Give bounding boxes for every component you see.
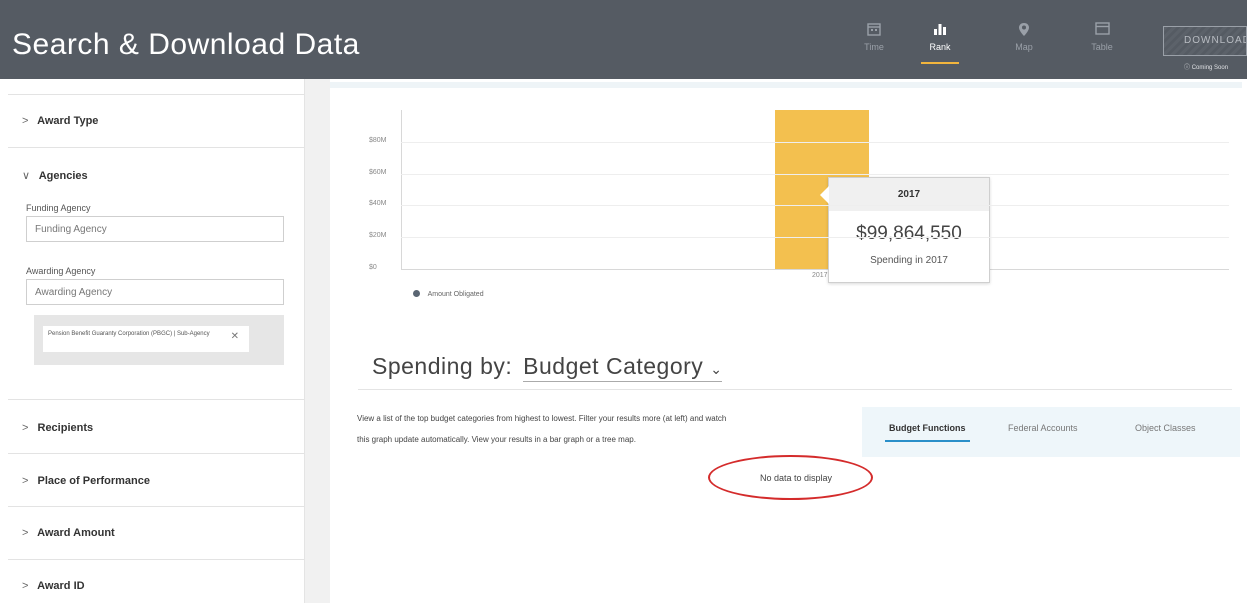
spending-over-time-chart: Amount Obligated 2017 2017 $99,864,550 S… xyxy=(340,90,1240,320)
chevron-right-icon: > xyxy=(22,475,29,487)
tab-budget-functions[interactable]: Budget Functions xyxy=(885,423,970,442)
sidebar-top-divider xyxy=(8,79,304,95)
selected-agencies-box: Pension Benefit Guaranty Corporation (PB… xyxy=(34,315,284,365)
description-line-1: View a list of the top budget categories… xyxy=(357,414,727,423)
map-pin-icon xyxy=(1002,22,1046,42)
chart-tooltip: 2017 $99,864,550 Spending in 2017 xyxy=(820,177,990,283)
filter-award-id[interactable]: > Award ID xyxy=(8,560,304,602)
x-tick-label: 2017 xyxy=(812,272,828,279)
tooltip-value: $99,864,550 xyxy=(856,223,962,244)
filter-award-type-label: Award Type xyxy=(37,115,99,127)
legend-label: Amount Obligated xyxy=(427,291,484,298)
nav-rank[interactable]: Rank xyxy=(918,22,962,64)
spending-by-prefix: Spending by: xyxy=(372,353,513,379)
sidebar-gutter xyxy=(305,79,330,603)
nav-time-label: Time xyxy=(864,42,884,52)
nav-table[interactable]: Table xyxy=(1080,22,1124,52)
x-axis xyxy=(401,269,1229,270)
page-header: Search & Download Data Time Rank Map Tab… xyxy=(0,0,1247,79)
filter-agencies: ∨ Agencies Funding Agency Funding Agency… xyxy=(8,148,304,400)
awarding-agency-label: Awarding Agency xyxy=(26,266,96,276)
chevron-right-icon: > xyxy=(22,422,29,434)
y-axis xyxy=(401,110,402,270)
gridline xyxy=(401,173,1229,175)
nav-map[interactable]: Map xyxy=(1002,22,1046,52)
chevron-right-icon: > xyxy=(22,580,29,592)
nav-active-underline xyxy=(921,62,959,64)
chart-legend: Amount Obligated xyxy=(413,290,484,298)
coming-soon-label: Coming Soon xyxy=(1191,65,1229,71)
budget-category-dropdown[interactable]: Budget Category ⌄ xyxy=(523,353,723,382)
filter-place-label: Place of Performance xyxy=(37,475,151,487)
info-icon: ⓘ xyxy=(1184,65,1191,71)
bar-chart-icon xyxy=(918,22,962,42)
calendar-icon xyxy=(852,22,896,42)
filter-sidebar: > Award Type ∨ Agencies Funding Agency F… xyxy=(8,79,305,603)
coming-soon-note: ⓘ Coming Soon xyxy=(1184,62,1228,71)
chevron-right-icon: > xyxy=(22,115,29,127)
results-top-bar xyxy=(330,82,1242,88)
filter-place-of-performance[interactable]: > Place of Performance xyxy=(8,454,304,507)
funding-agency-input[interactable]: Funding Agency xyxy=(26,216,284,242)
agency-chip: Pension Benefit Guaranty Corporation (PB… xyxy=(43,326,249,352)
filter-award-id-label: Award ID xyxy=(37,580,85,592)
filter-recipients[interactable]: > Recipients xyxy=(8,400,304,454)
budget-category-label: Budget Category xyxy=(523,353,704,379)
download-button[interactable]: DOWNLOAD xyxy=(1163,26,1247,56)
filter-recipients-label: Recipients xyxy=(37,422,94,434)
nav-map-label: Map xyxy=(1015,42,1033,52)
y-tick-label: $60M xyxy=(369,168,387,176)
section-divider xyxy=(358,389,1232,390)
y-tick-label: $0 xyxy=(369,264,377,271)
tab-budget-functions-label: Budget Functions xyxy=(889,423,966,433)
y-tick-label: $80M xyxy=(369,136,387,144)
annotation-ellipse xyxy=(708,455,873,500)
table-icon xyxy=(1080,22,1124,42)
awarding-agency-input[interactable]: Awarding Agency xyxy=(26,279,284,305)
budget-tabs: Budget Functions Federal Accounts Object… xyxy=(862,407,1240,457)
chevron-down-icon: ∨ xyxy=(22,170,31,182)
spending-by-heading: Spending by: Budget Category ⌄ xyxy=(372,353,723,382)
legend-swatch xyxy=(413,290,420,297)
agency-chip-label: Pension Benefit Guaranty Corporation (PB… xyxy=(48,331,210,337)
gridline xyxy=(401,237,1229,239)
tooltip-subtitle: Spending in 2017 xyxy=(870,255,948,266)
tab-federal-accounts[interactable]: Federal Accounts xyxy=(1008,423,1078,433)
gridline xyxy=(401,141,1229,143)
tab-active-underline xyxy=(885,440,970,442)
chevron-right-icon: > xyxy=(22,527,29,539)
description-line-2: this graph update automatically. View yo… xyxy=(357,435,636,444)
page-title: Search & Download Data xyxy=(12,28,360,61)
y-tick-label: $20M xyxy=(369,232,387,240)
filter-award-amount[interactable]: > Award Amount xyxy=(8,507,304,560)
filter-award-type[interactable]: > Award Type xyxy=(8,95,304,148)
tab-object-classes[interactable]: Object Classes xyxy=(1135,423,1196,433)
filter-award-amount-label: Award Amount xyxy=(37,527,115,539)
nav-rank-label: Rank xyxy=(929,42,951,52)
funding-agency-label: Funding Agency xyxy=(26,203,91,213)
gridline xyxy=(401,205,1229,207)
y-tick-label: $40M xyxy=(369,200,387,208)
filter-agencies-toggle[interactable]: ∨ Agencies xyxy=(8,148,304,182)
nav-time[interactable]: Time xyxy=(852,22,896,52)
chevron-down-icon: ⌄ xyxy=(710,361,723,377)
spending-description: View a list of the top budget categories… xyxy=(357,408,847,450)
tooltip-arrow xyxy=(820,186,829,204)
close-icon[interactable]: ✕ xyxy=(231,332,239,342)
filter-agencies-label: Agencies xyxy=(38,170,88,182)
nav-table-label: Table xyxy=(1091,42,1113,52)
